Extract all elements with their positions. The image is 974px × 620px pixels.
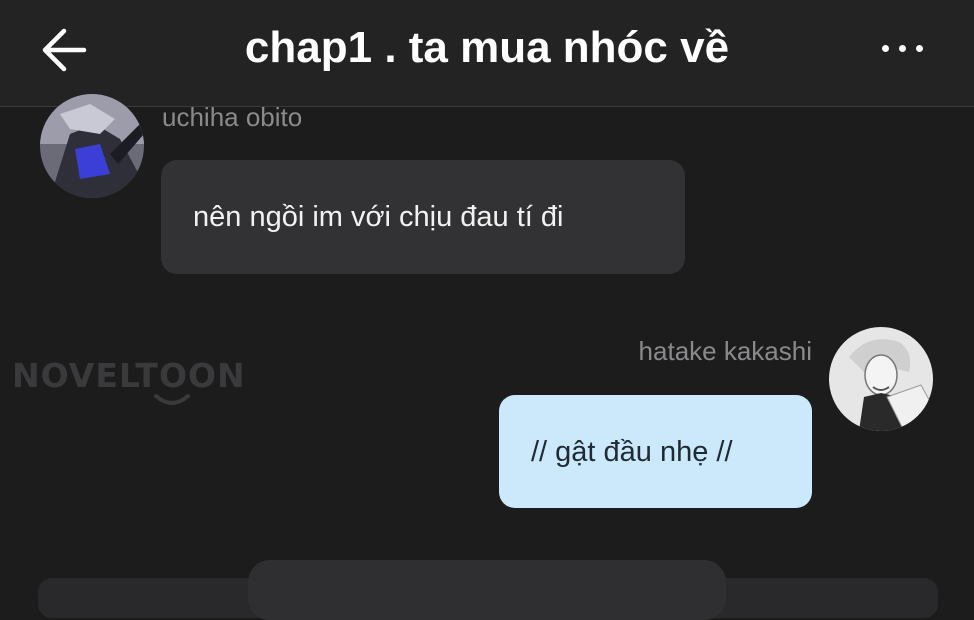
message-bubble[interactable]: nên ngồi im với chịu đau tí đi bbox=[161, 160, 685, 274]
more-options-button[interactable] bbox=[872, 30, 932, 70]
more-horizontal-icon bbox=[882, 45, 889, 52]
message-bubble[interactable]: // gật đầu nhẹ // bbox=[499, 395, 812, 508]
next-message-bubble[interactable] bbox=[248, 560, 726, 620]
noveltoon-watermark: NOVELTOON bbox=[12, 356, 246, 395]
sender-name: hatake kakashi bbox=[638, 336, 812, 366]
sender-name: uchiha obito bbox=[162, 102, 303, 132]
chapter-title: chap1 . ta mua nhóc về bbox=[244, 23, 730, 72]
avatar-uchiha-obito[interactable] bbox=[40, 94, 144, 198]
message-text: nên ngồi im với chịu đau tí đi bbox=[193, 201, 564, 233]
arrow-left-icon bbox=[42, 28, 87, 72]
top-bar: chap1 . ta mua nhóc về bbox=[0, 0, 974, 107]
watermark-smile-icon bbox=[154, 394, 190, 405]
back-button[interactable] bbox=[36, 22, 92, 78]
avatar-hatake-kakashi[interactable] bbox=[829, 327, 933, 431]
message-text: // gật đầu nhẹ // bbox=[531, 435, 733, 468]
